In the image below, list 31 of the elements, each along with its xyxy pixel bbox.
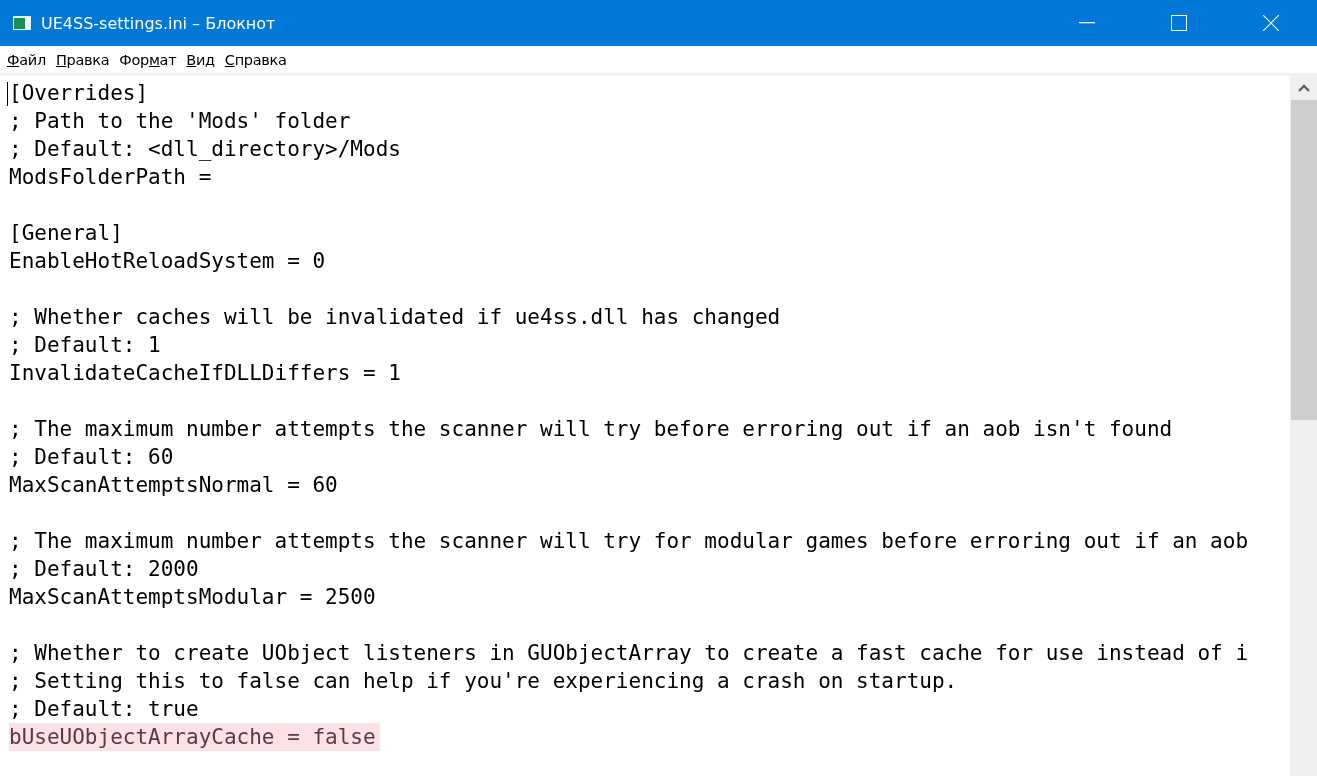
text-line: EnableHotReloadSystem = 0 [9,248,327,275]
notepad-icon [13,16,31,30]
text-line: ; The maximum number attempts the scanner will try before erroring out if an aob isn't found [9,416,1174,443]
text-line: InvalidateCacheIfDLLDiffers = 1 [9,360,402,387]
minimize-icon[interactable] [1079,22,1095,24]
menu-item[interactable]: Формат [114,51,182,68]
close-icon[interactable] [1263,15,1279,31]
text-line: ; Default: 2000 [9,556,200,583]
text-line: [General] [9,220,124,247]
text-line: MaxScanAttemptsNormal = 60 [9,472,339,499]
text-line: ; Default: 1 [9,332,162,359]
text-line: ; Default: 60 [9,444,175,471]
text-line: ; Setting this to false can help if you're experiencing a crash on startup. [9,668,959,695]
menu-item[interactable]: Справка [219,51,292,68]
text-line: MaxScanAttemptsModular = 2500 [9,584,377,611]
menu-item[interactable]: Правка [50,51,115,68]
text-line: [Overrides] [9,80,150,107]
text-line: ; Whether to create UObject listeners in GUObjectArray to create a fast cache for use instead of i [9,640,1250,667]
menu-item[interactable]: Файл [2,51,51,68]
scrollbar-thumb[interactable] [1290,100,1317,420]
menu-item[interactable]: Вид [181,51,220,68]
text-line: ; Whether caches will be invalidated if ue4ss.dll has changed [9,304,782,331]
text-cursor [7,82,8,106]
text-line: ModsFolderPath = [9,164,213,191]
window-title: UE4SS-settings.ini – Блокнот [41,13,277,33]
text-line: ; The maximum number attempts the scanner will try for modular games before erroring out if an aob [9,528,1250,555]
scrollbar[interactable] [1290,76,1317,776]
text-line: ; Default: true [9,696,200,723]
text-line: ; Default: <dll_directory>/Mods [9,136,402,163]
text-line: ; Path to the 'Mods' folder [9,108,352,135]
maximize-icon[interactable] [1171,15,1187,31]
